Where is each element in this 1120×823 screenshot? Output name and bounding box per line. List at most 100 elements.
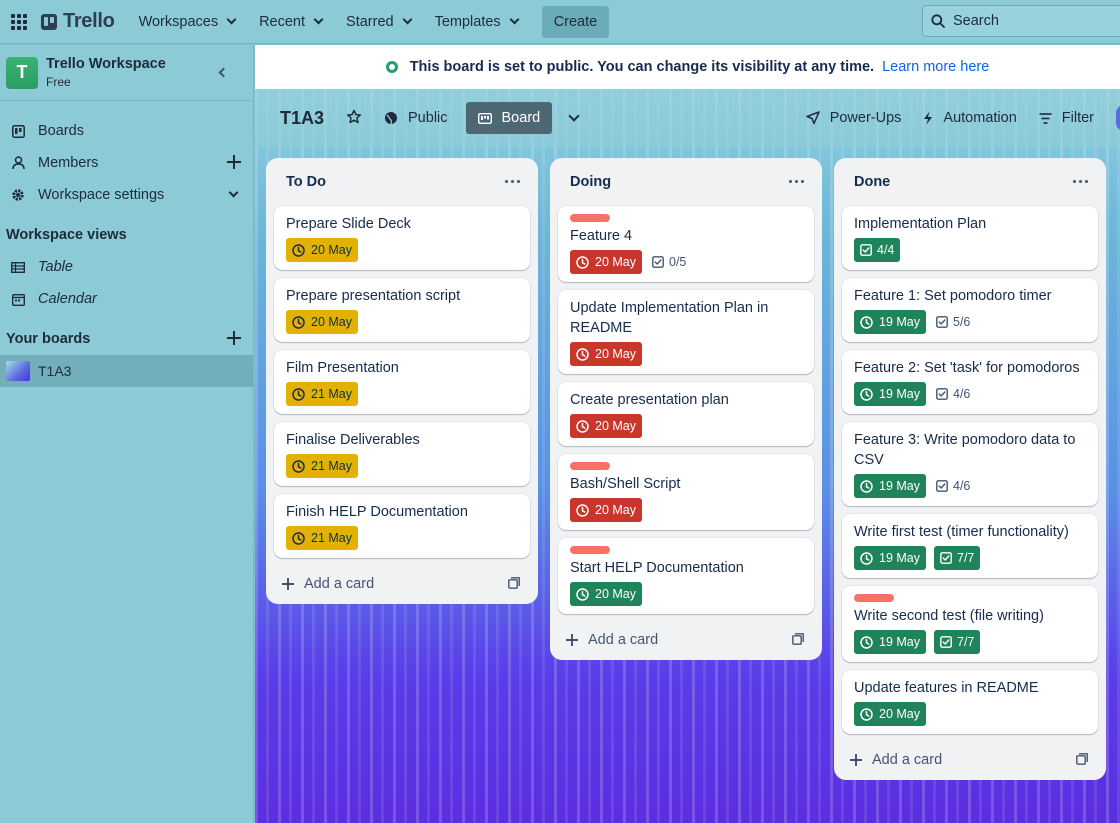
sidebar-board-label: T1A3 (38, 363, 72, 379)
card[interactable]: Create presentation plan 20 May (558, 382, 814, 446)
card[interactable]: Start HELP Documentation 20 May (558, 538, 814, 614)
clock-icon (292, 387, 305, 401)
automation-button[interactable]: Automation (923, 110, 1017, 126)
clock-icon (860, 387, 873, 401)
workspace-name[interactable]: Trello Workspace (46, 56, 166, 72)
due-date-badge[interactable]: 19 May (854, 630, 926, 654)
nav-recent[interactable]: Recent (259, 13, 324, 30)
card[interactable]: Feature 2: Set 'task' for pomodoros 19 Ma… (842, 350, 1098, 414)
learn-more-link[interactable]: Learn more here (882, 59, 989, 75)
star-icon[interactable] (346, 109, 362, 128)
card-label[interactable] (570, 546, 610, 554)
card[interactable]: Prepare Slide Deck 20 May (274, 206, 530, 270)
list-header[interactable]: To Do (266, 158, 538, 206)
card[interactable]: Feature 3: Write pomodoro data to CSV 19 … (842, 422, 1098, 506)
workspace-avatar[interactable]: T (6, 56, 38, 89)
sidebar-item-boards[interactable]: Boards (0, 115, 253, 147)
filter-button[interactable]: Filter (1039, 110, 1094, 126)
card[interactable]: Finalise Deliverables 21 May (274, 422, 530, 486)
chevron-down-icon[interactable] (228, 187, 239, 198)
filter-label: Filter (1061, 110, 1094, 126)
list-done: Done Implementation Plan 4/4 Feature 1: Set… (834, 158, 1106, 780)
add-card-button[interactable]: Add a card (834, 740, 1106, 780)
due-date-badge[interactable]: 21 May (286, 454, 358, 478)
nav-workspaces[interactable]: Workspaces (139, 14, 237, 30)
more-icon[interactable] (1073, 180, 1088, 183)
due-date-badge[interactable]: 20 May (570, 250, 642, 274)
calendar-icon (11, 293, 25, 306)
due-date-badge[interactable]: 21 May (286, 526, 358, 550)
list-title[interactable]: Done (854, 174, 890, 190)
due-date-badge[interactable]: 20 May (570, 582, 642, 606)
card[interactable]: Prepare presentation script 20 May (274, 278, 530, 342)
collapse-sidebar-icon[interactable] (218, 67, 229, 78)
due-date-badge[interactable]: 20 May (570, 414, 642, 438)
sidebar-board-t1a3[interactable]: T1A3 (0, 355, 253, 387)
visibility-button[interactable]: Public (384, 110, 448, 126)
card-label[interactable] (854, 594, 894, 602)
due-date-badge[interactable]: 20 May (570, 342, 642, 366)
card[interactable]: Update Implementation Plan in README 20 M… (558, 290, 814, 374)
card-badges: 19 May 7/7 (854, 630, 1086, 654)
nav-starred[interactable]: Starred (346, 14, 413, 30)
checklist-badge: 0/5 (652, 255, 686, 269)
trello-logo[interactable]: Trello (41, 10, 115, 33)
due-date-badge[interactable]: 19 May (854, 382, 926, 406)
sidebar-item-label: Table (38, 259, 73, 275)
checklist-badge: 4/4 (854, 238, 901, 262)
card-template-icon[interactable] (508, 577, 520, 593)
card[interactable]: Implementation Plan 4/4 (842, 206, 1098, 270)
list-title[interactable]: To Do (286, 174, 326, 190)
power-ups-button[interactable]: Power-Ups (805, 110, 901, 126)
board-view-button[interactable]: Board (465, 102, 553, 134)
card-template-icon[interactable] (792, 633, 804, 649)
sidebar-item-workspace-settings[interactable]: Workspace settings (0, 179, 253, 211)
more-icon[interactable] (789, 180, 804, 183)
member-avatar[interactable] (1116, 105, 1120, 131)
chevron-down-icon[interactable] (568, 109, 580, 122)
add-member-icon[interactable] (227, 155, 241, 169)
due-date-badge[interactable]: 19 May (854, 310, 926, 334)
card[interactable]: Write first test (timer functionality) 19… (842, 514, 1098, 578)
due-date-badge[interactable]: 20 May (286, 310, 358, 334)
list-header[interactable]: Doing (550, 158, 822, 206)
card-template-icon[interactable] (1076, 753, 1088, 769)
nav-templates[interactable]: Templates (435, 14, 520, 30)
card[interactable]: Finish HELP Documentation 21 May (274, 494, 530, 558)
card[interactable]: Feature 1: Set pomodoro timer 19 May 5/6 (842, 278, 1098, 342)
card[interactable]: Write second test (file writing) 19 May 7/… (842, 586, 1098, 662)
sidebar-item-table[interactable]: Table (0, 251, 253, 283)
due-date-badge[interactable]: 21 May (286, 382, 358, 406)
card-label[interactable] (570, 462, 610, 470)
card[interactable]: Update features in README 20 May (842, 670, 1098, 734)
due-date-badge[interactable]: 20 May (854, 702, 926, 726)
card[interactable]: Feature 4 20 May 0/5 (558, 206, 814, 282)
checklist-count: 4/4 (877, 243, 895, 257)
add-card-button[interactable]: Add a card (266, 564, 538, 604)
card-label[interactable] (570, 214, 610, 222)
card[interactable]: Film Presentation 21 May (274, 350, 530, 414)
due-date-text: 20 May (595, 419, 636, 433)
due-date-badge[interactable]: 20 May (286, 238, 358, 262)
add-board-icon[interactable] (227, 331, 241, 345)
card[interactable]: Bash/Shell Script 20 May (558, 454, 814, 530)
nav-label: Recent (259, 13, 306, 30)
due-date-text: 20 May (311, 315, 352, 329)
due-date-badge[interactable]: 20 May (570, 498, 642, 522)
your-boards-label: Your boards (6, 331, 91, 347)
due-date-badge[interactable]: 19 May (854, 474, 926, 498)
search-input[interactable]: Search (922, 5, 1120, 37)
list-title[interactable]: Doing (570, 174, 611, 190)
app-switcher-icon[interactable] (11, 13, 27, 30)
list-header[interactable]: Done (834, 158, 1106, 206)
card-badges: 21 May (286, 382, 518, 406)
sidebar-item-calendar[interactable]: Calendar (0, 283, 253, 315)
due-date-badge[interactable]: 19 May (854, 546, 926, 570)
create-button[interactable]: Create (541, 5, 610, 38)
more-icon[interactable] (505, 180, 520, 183)
sidebar-item-members[interactable]: Members (0, 147, 253, 179)
card-badges: 19 May 5/6 (854, 310, 1086, 334)
board-title[interactable]: T1A3 (280, 108, 324, 129)
add-card-button[interactable]: Add a card (550, 620, 822, 660)
clock-icon (292, 531, 305, 545)
